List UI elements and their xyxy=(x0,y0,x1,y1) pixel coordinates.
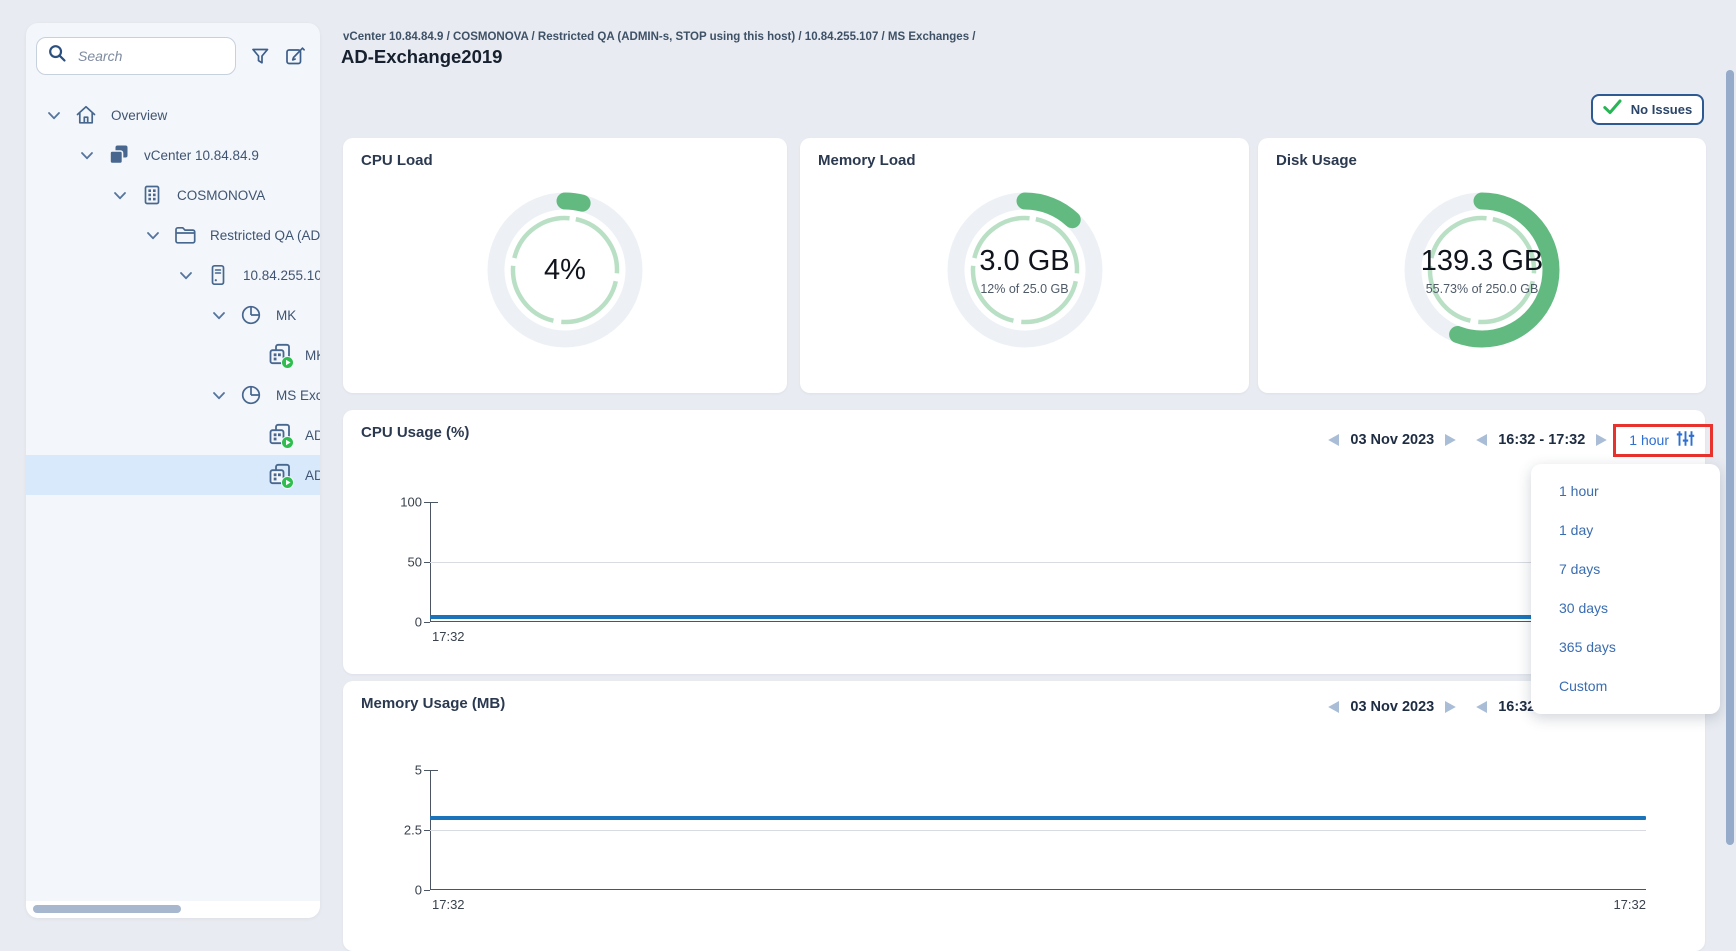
tree-item-label: AD xyxy=(305,468,320,483)
tree-item-label: MK xyxy=(305,348,320,363)
sliders-icon xyxy=(1676,430,1695,450)
scrollbar-thumb[interactable] xyxy=(33,905,181,913)
chevron-down-icon[interactable] xyxy=(48,111,60,120)
search-box[interactable] xyxy=(36,37,236,75)
tree-item-vcenter-10-84-84-9-1[interactable]: vCenter 10.84.84.9 xyxy=(26,135,320,175)
cpu-range-prev-icon[interactable] xyxy=(1475,433,1488,447)
memory-range-prev-icon[interactable] xyxy=(1475,700,1488,714)
memory-chart-title: Memory Usage (MB) xyxy=(361,695,505,712)
interval-option-custom[interactable]: Custom xyxy=(1531,666,1720,705)
search-input[interactable] xyxy=(76,47,224,65)
memory-date-next-icon[interactable] xyxy=(1444,700,1457,714)
chevron-down-icon[interactable] xyxy=(147,231,159,240)
tree-item-ms-exc-7[interactable]: MS Exc xyxy=(26,375,320,415)
x-axis-label: 17:32 xyxy=(1613,897,1646,912)
vm-icon xyxy=(268,423,292,447)
tree-item-ad-8[interactable]: AD xyxy=(26,415,320,455)
status-badge-label: No Issues xyxy=(1631,102,1692,117)
memory-load-card: Memory Load3.0 GB12% of 25.0 GB xyxy=(800,138,1249,393)
tree-item-label: AD xyxy=(305,428,320,443)
y-axis-label: 50 xyxy=(376,555,422,570)
y-axis-label: 0 xyxy=(376,615,422,630)
x-axis-label: 17:32 xyxy=(432,629,465,644)
interval-option-30-days[interactable]: 30 days xyxy=(1531,588,1720,627)
cpu-date-prev-icon[interactable] xyxy=(1327,433,1340,447)
tree-item-label: Overview xyxy=(111,108,167,123)
memory-date-prev-icon[interactable] xyxy=(1327,700,1340,714)
tree-item-mk-6[interactable]: MK xyxy=(26,335,320,375)
y-axis-label: 100 xyxy=(376,495,422,510)
cpu-interval-selector[interactable]: 1 hour xyxy=(1629,430,1695,450)
chevron-down-icon[interactable] xyxy=(213,391,225,400)
tree-item-label: 10.84.255.10 xyxy=(243,268,320,283)
cpu-time-nav: 03 Nov 2023 16:32 - 17:32 1 hour xyxy=(1327,430,1695,450)
cpu-range-next-icon[interactable] xyxy=(1595,433,1608,447)
folder-icon xyxy=(173,223,197,247)
cpu-chart-plot: 05010017:32 xyxy=(430,502,1646,622)
cpu-load-card: CPU Load4% xyxy=(343,138,787,393)
page-vertical-scrollbar[interactable] xyxy=(1726,70,1734,845)
tree-item-10-84-255-10-4[interactable]: 10.84.255.10 xyxy=(26,255,320,295)
sidebar-horizontal-scrollbar[interactable] xyxy=(26,901,320,918)
edit-icon[interactable] xyxy=(285,46,306,66)
tree-item-mk-5[interactable]: MK xyxy=(26,295,320,335)
host-icon xyxy=(206,263,230,287)
memory-load-donut-gauge xyxy=(937,182,1113,358)
tree-item-overview-0[interactable]: Overview xyxy=(26,95,320,135)
gauge-title: CPU Load xyxy=(361,152,433,169)
chevron-down-icon[interactable] xyxy=(180,271,192,280)
data-line xyxy=(430,816,1646,820)
interval-option-7-days[interactable]: 7 days xyxy=(1531,549,1720,588)
cpu-chart-title: CPU Usage (%) xyxy=(361,424,469,441)
vm-icon xyxy=(268,463,292,487)
search-icon xyxy=(48,44,67,68)
vcenter-icon xyxy=(107,143,131,167)
cpu-usage-card: CPU Usage (%) 03 Nov 2023 16:32 - 17:32 1 … xyxy=(343,410,1705,674)
vm-icon xyxy=(268,343,292,367)
y-axis-label: 2.5 xyxy=(376,823,422,838)
tree-item-label: COSMONOVA xyxy=(177,188,265,203)
page-title: AD-Exchange2019 xyxy=(341,46,502,68)
data-line xyxy=(430,615,1646,619)
sidebar-toolbar xyxy=(36,34,314,78)
interval-dropdown-menu: 1 hour1 day7 days30 days365 daysCustom xyxy=(1531,464,1720,714)
y-axis-label: 5 xyxy=(376,763,422,778)
cpu-load-donut-gauge xyxy=(477,182,653,358)
tree-item-label: vCenter 10.84.84.9 xyxy=(144,148,259,163)
y-axis-label: 0 xyxy=(376,883,422,898)
chevron-down-icon[interactable] xyxy=(213,311,225,320)
tree-item-label: MS Exc xyxy=(276,388,320,403)
sidebar: Overview vCenter 10.84.84.9 COSMONOVA Restr… xyxy=(26,23,320,918)
breadcrumb[interactable]: vCenter 10.84.84.9 / COSMONOVA / Restric… xyxy=(343,31,976,43)
pool-icon xyxy=(239,303,263,327)
cpu-date: 03 Nov 2023 xyxy=(1350,432,1434,448)
tree-item-restricted-qa-ad-3[interactable]: Restricted QA (AD xyxy=(26,215,320,255)
memory-chart-plot: 02.5517:3217:32 xyxy=(430,770,1646,890)
gauge-title: Disk Usage xyxy=(1276,152,1357,169)
tree-item-label: MK xyxy=(276,308,296,323)
tree-item-label: Restricted QA (AD xyxy=(210,228,320,243)
memory-date: 03 Nov 2023 xyxy=(1350,699,1434,715)
interval-option-1-day[interactable]: 1 day xyxy=(1531,510,1720,549)
disk-usage-card: Disk Usage139.3 GB55.73% of 250.0 GB xyxy=(1258,138,1706,393)
filter-icon[interactable] xyxy=(251,48,270,65)
cpu-range: 16:32 - 17:32 xyxy=(1498,432,1585,448)
interval-option-365-days[interactable]: 365 days xyxy=(1531,627,1720,666)
datacenter-icon xyxy=(140,183,164,207)
memory-usage-card: Memory Usage (MB) 03 Nov 202316:32 - 17:… xyxy=(343,681,1705,951)
status-badge[interactable]: No Issues xyxy=(1591,94,1704,125)
check-icon xyxy=(1603,99,1622,120)
pool-icon xyxy=(239,383,263,407)
home-icon xyxy=(74,103,98,127)
gauge-title: Memory Load xyxy=(818,152,916,169)
chevron-down-icon[interactable] xyxy=(114,191,126,200)
x-axis-label: 17:32 xyxy=(432,897,465,912)
chevron-down-icon[interactable] xyxy=(81,151,93,160)
tree-item-ad-9[interactable]: AD xyxy=(26,455,320,495)
cpu-date-next-icon[interactable] xyxy=(1444,433,1457,447)
disk-usage-donut-gauge xyxy=(1394,182,1570,358)
inventory-tree: Overview vCenter 10.84.84.9 COSMONOVA Restr… xyxy=(26,95,320,495)
tree-item-cosmonova-2[interactable]: COSMONOVA xyxy=(26,175,320,215)
interval-option-1-hour[interactable]: 1 hour xyxy=(1531,471,1720,510)
